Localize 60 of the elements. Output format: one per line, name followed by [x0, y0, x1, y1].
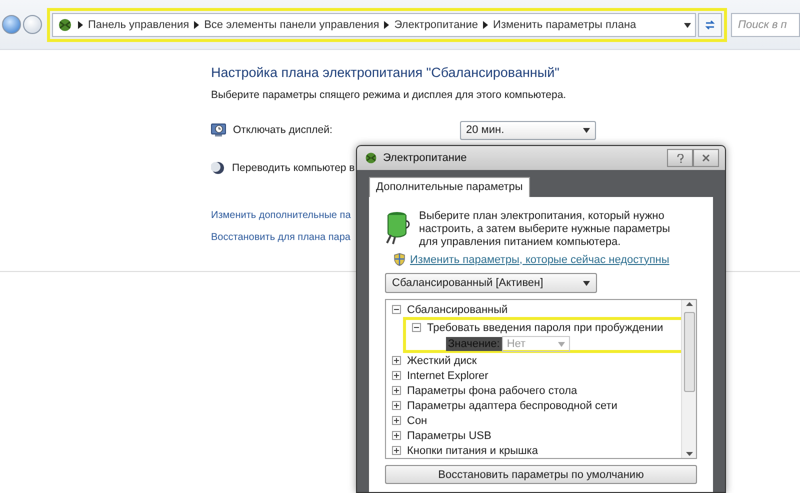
tree-item[interactable]: Internet Explorer — [407, 370, 488, 382]
tree-item[interactable]: Сбалансированный — [407, 304, 508, 316]
expand-toggle-icon[interactable] — [392, 386, 401, 395]
caret-icon — [684, 22, 691, 28]
page-description: Выберите параметры спящего режима и дисплея для этого компьютера. — [211, 89, 566, 101]
breadcrumb-arrow-icon — [78, 20, 83, 28]
monitor-clock-icon — [211, 123, 226, 137]
tree-item[interactable]: Параметры адаптера беспроводной сети — [407, 400, 618, 412]
expand-toggle-icon[interactable] — [392, 356, 401, 365]
settings-link[interactable]: Восстановить для плана пара — [211, 232, 350, 243]
breadcrumb-arrow-icon — [384, 20, 390, 28]
moon-icon — [211, 161, 225, 175]
settings-link[interactable]: Изменить дополнительные па — [211, 210, 351, 221]
tree-item[interactable]: Параметры USB — [407, 430, 492, 442]
caret-icon — [583, 128, 590, 133]
back-button[interactable] — [2, 15, 21, 34]
breadcrumb-arrow-icon — [483, 20, 488, 28]
admin-settings-link[interactable]: Изменить параметры, которые сейчас недоступны — [410, 254, 670, 266]
collapse-toggle-icon[interactable] — [392, 305, 401, 314]
dialog-title: Электропитание — [383, 152, 467, 164]
refresh-icon — [704, 18, 716, 30]
collapse-toggle-icon[interactable] — [412, 323, 421, 332]
expand-toggle-icon[interactable] — [392, 401, 401, 410]
breadcrumb-link[interactable]: Все элементы панели управления — [204, 18, 380, 30]
tree-item[interactable]: Параметры фона рабочего стола — [407, 384, 578, 396]
scrollbar[interactable] — [681, 300, 696, 458]
breadcrumb-link[interactable]: Изменить параметры плана — [493, 18, 636, 30]
battery-plug-icon — [385, 209, 411, 245]
scroll-down-icon[interactable] — [686, 452, 692, 456]
caret-icon — [558, 342, 565, 346]
expand-toggle-icon[interactable] — [392, 371, 401, 380]
search-field[interactable]: Поиск в п — [731, 12, 800, 36]
plan-dropdown[interactable]: Сбалансированный [Активен] — [385, 273, 597, 293]
close-button[interactable] — [693, 149, 719, 167]
close-icon — [702, 154, 710, 162]
forward-button[interactable] — [23, 15, 42, 34]
tree-item[interactable]: Требовать введения пароля при пробуждении — [427, 322, 664, 334]
address-bar[interactable]: Панель управления Все элементы панели управления Электропитание Изменить параметры плана — [52, 12, 696, 36]
page-heading: Настройка плана электропитания "Сбалансированный" — [211, 65, 560, 80]
time-dropdown[interactable]: 20 мин. — [460, 120, 596, 140]
question-mark-icon — [676, 154, 684, 162]
breadcrumb-link[interactable]: Панель управления — [88, 18, 190, 30]
restore-defaults-button[interactable]: Восстановить параметры по умолчанию — [385, 465, 697, 484]
setting-label: Отключать дисплей: — [233, 124, 334, 136]
scroll-up-icon[interactable] — [686, 302, 692, 306]
help-button[interactable] — [667, 149, 693, 167]
tab[interactable]: Дополнительные параметры — [369, 177, 530, 197]
tree-item[interactable]: Жесткий диск — [407, 354, 477, 366]
caret-icon — [583, 281, 590, 286]
dialog-description: Выберите план электропитания, который нужно настроить, а затем выберите нужные параметры для управления питанием компьютера. — [419, 210, 672, 249]
tree-item[interactable]: Сон — [407, 414, 428, 426]
tree-item[interactable]: Кнопки питания и крышка — [407, 444, 538, 456]
shield-icon — [394, 253, 405, 266]
expand-toggle-icon[interactable] — [392, 446, 401, 455]
breadcrumb-arrow-icon — [194, 20, 200, 28]
setting-label: Переводить компьютер в — [232, 162, 356, 174]
breadcrumb-link[interactable]: Электропитание — [394, 18, 478, 30]
expand-toggle-icon[interactable] — [392, 431, 401, 440]
expand-toggle-icon[interactable] — [392, 416, 401, 425]
refresh-button[interactable] — [698, 12, 722, 36]
